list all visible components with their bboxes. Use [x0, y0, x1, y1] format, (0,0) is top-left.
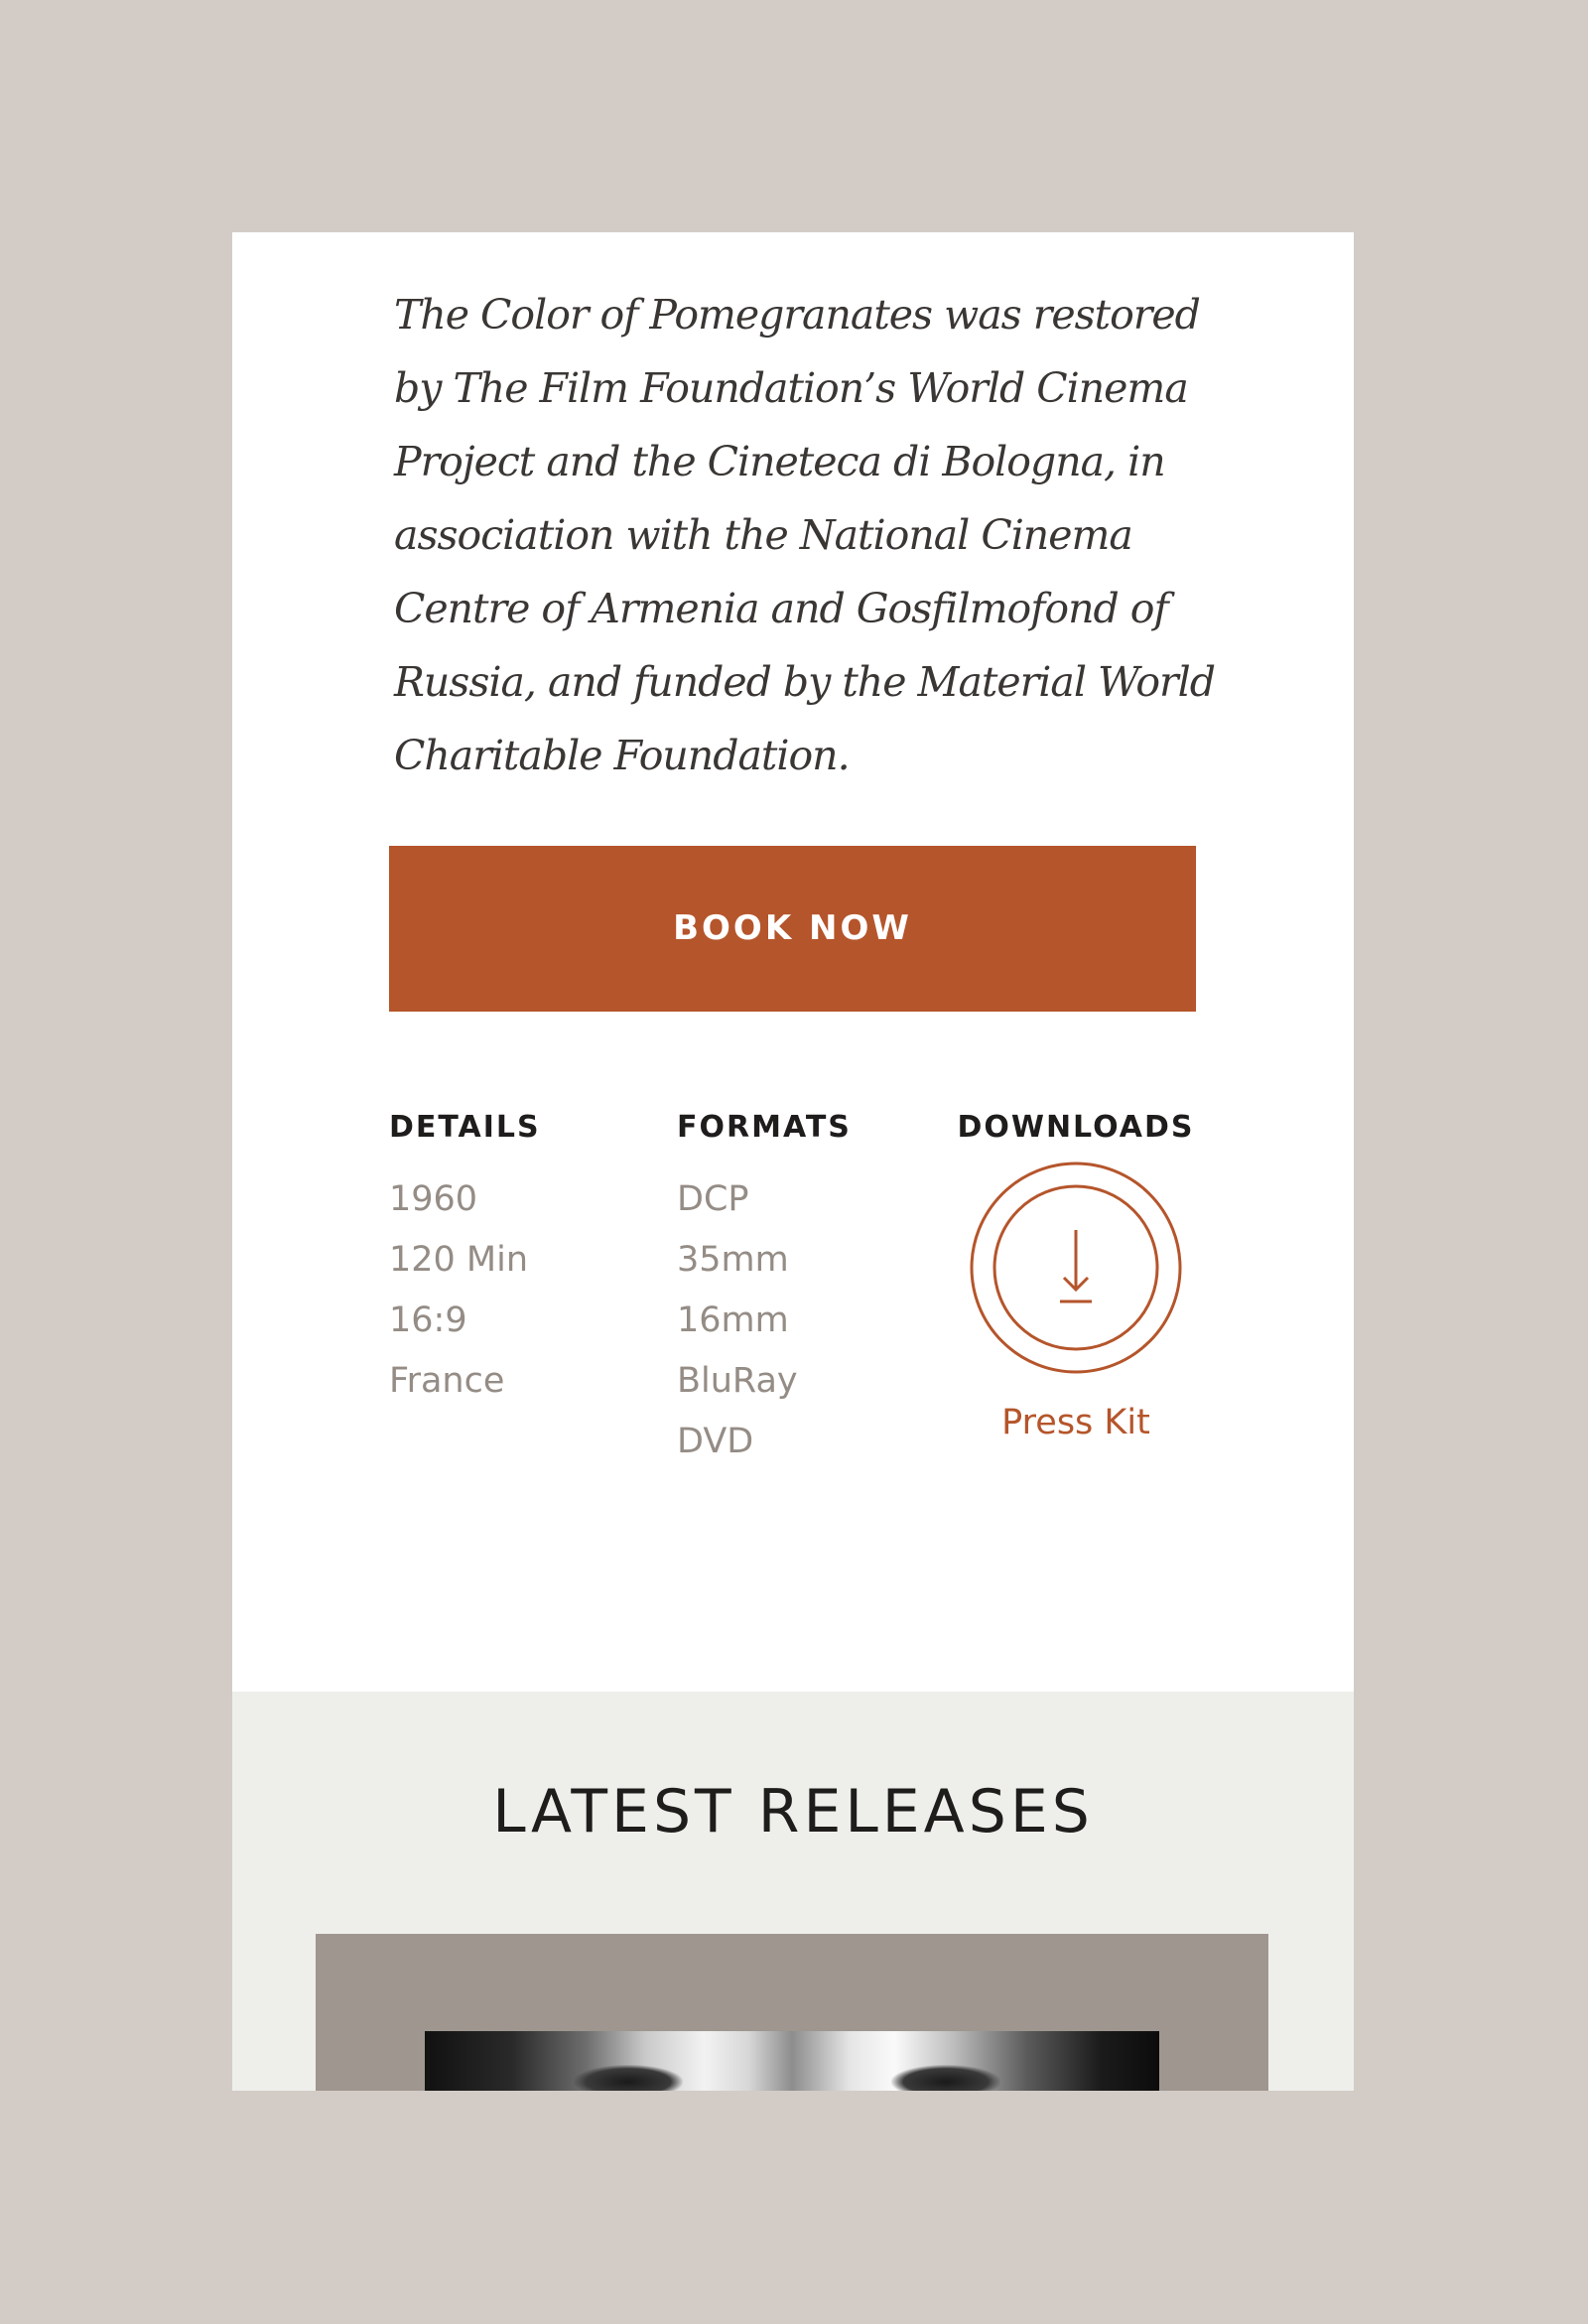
release-poster-image [425, 2031, 1159, 2091]
format-item: BluRay [677, 1361, 798, 1401]
download-icon [970, 1162, 1182, 1374]
detail-country: France [389, 1361, 505, 1401]
detail-runtime: 120 Min [389, 1240, 529, 1280]
downloads-heading: DOWNLOADS [957, 1110, 1195, 1145]
latest-releases-section: LATEST RELEASES [232, 1692, 1354, 2091]
detail-aspect-ratio: 16:9 [389, 1300, 467, 1340]
details-heading: DETAILS [389, 1110, 541, 1145]
details-list: 1960 120 Min 16:9 France [389, 1169, 657, 1412]
release-card[interactable] [316, 1934, 1268, 2091]
formats-heading: FORMATS [677, 1110, 852, 1145]
press-kit-download-button[interactable] [969, 1161, 1183, 1375]
press-kit-link[interactable]: Press Kit [953, 1403, 1199, 1442]
latest-releases-heading: LATEST RELEASES [492, 1777, 1094, 1846]
format-item: 16mm [677, 1300, 789, 1340]
format-item: DVD [677, 1422, 754, 1461]
downloads-column: DOWNLOADS Press Kit [953, 1106, 1199, 1442]
restoration-credits-text: The Color of Pomegranates was restored b… [394, 291, 1216, 779]
format-item: 35mm [677, 1240, 789, 1280]
format-item: DCP [677, 1179, 749, 1219]
formats-column: FORMATS DCP 35mm 16mm BluRay DVD [677, 1106, 925, 1472]
detail-year: 1960 [389, 1179, 478, 1219]
book-now-button[interactable]: BOOK NOW [389, 846, 1196, 1012]
details-column: DETAILS 1960 120 Min 16:9 France [389, 1106, 657, 1412]
formats-list: DCP 35mm 16mm BluRay DVD [677, 1169, 925, 1472]
film-detail-card: The Color of Pomegranates was restored b… [232, 232, 1354, 2091]
